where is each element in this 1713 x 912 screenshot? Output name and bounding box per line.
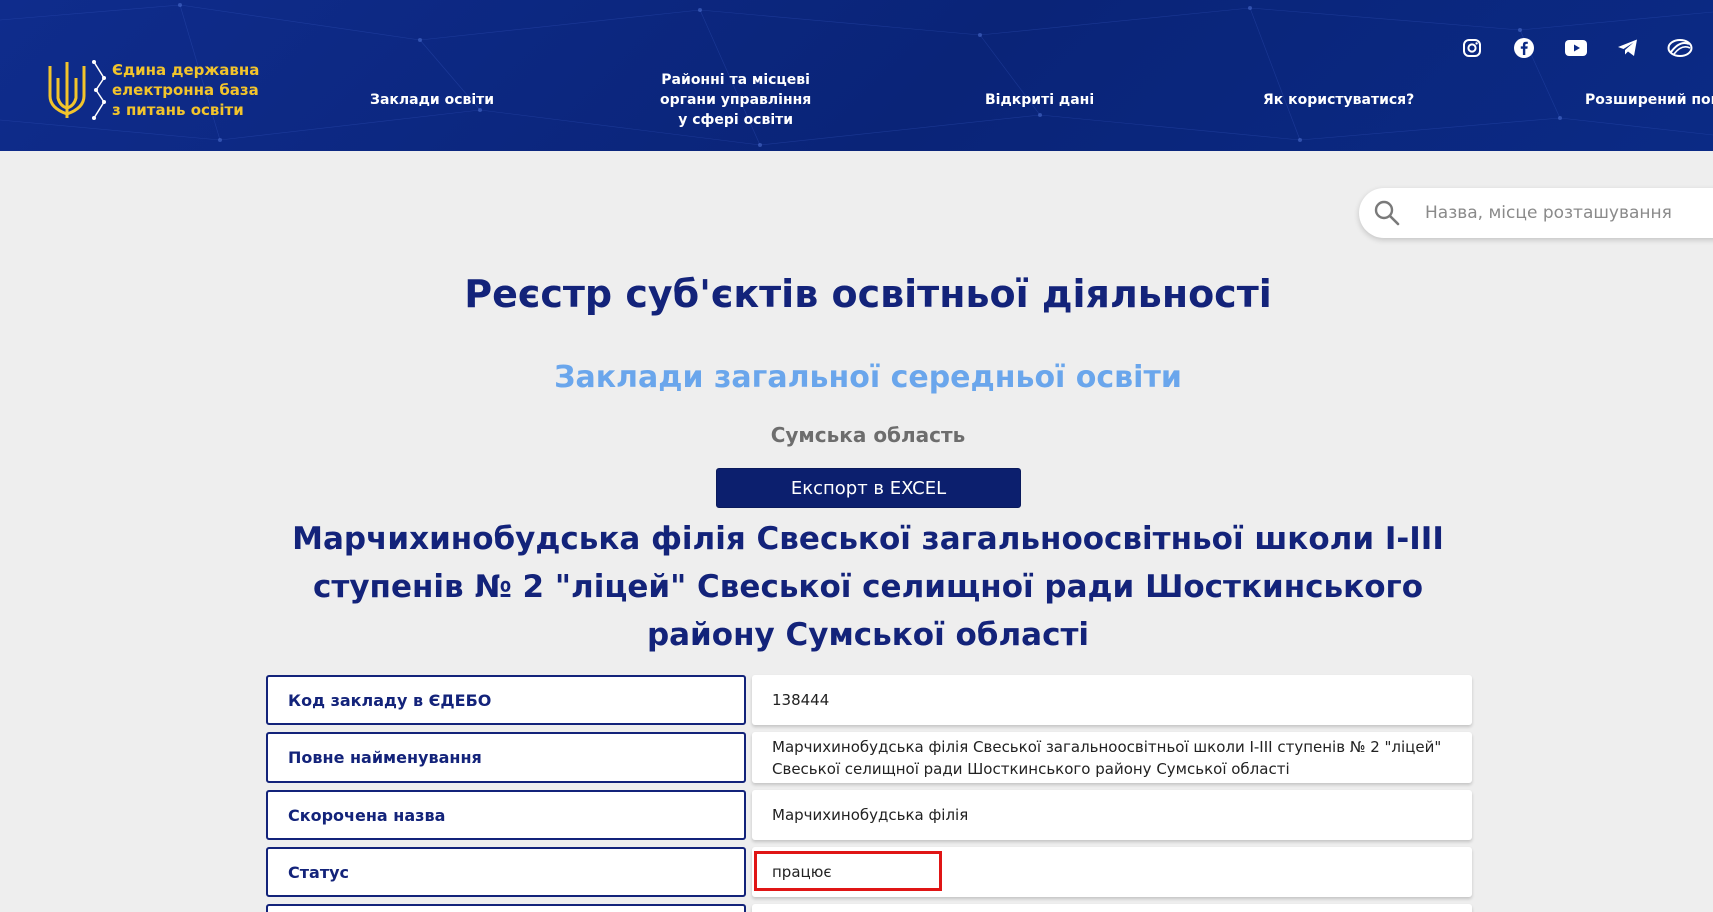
info-row-value: Марчихинобудська філія Свеської загально…	[752, 732, 1472, 783]
nav-item-governing-bodies[interactable]: Районні та місцеві органи управління у с…	[660, 70, 811, 130]
page-title: Реєстр суб'єктів освітньої діяльності	[464, 272, 1272, 316]
logo-text: Єдина державна електронна база з питань …	[112, 60, 259, 120]
search-bar	[1359, 188, 1713, 238]
social-links	[1458, 36, 1694, 60]
facebook-icon[interactable]	[1510, 36, 1538, 60]
youtube-icon[interactable]	[1562, 36, 1590, 60]
logo-bracket-icon	[92, 60, 106, 120]
section-subtitle: Заклади загальної середньої освіти	[554, 360, 1182, 395]
info-row-edebo-code: Код закладу в ЄДЕБО 138444	[266, 675, 1472, 725]
info-row-value: Марчихинобудська філія	[752, 790, 1472, 840]
search-icon[interactable]	[1373, 199, 1401, 227]
nav-item-governing-bodies-line-2: органи управління	[660, 92, 812, 108]
search-input[interactable]	[1425, 203, 1713, 223]
school-title: Марчихинобудська філія Свеської загально…	[292, 521, 1444, 653]
nav-item-schools[interactable]: Заклади освіти	[370, 90, 494, 110]
nav-item-governing-bodies-line-1: Районні та місцеві	[661, 72, 810, 88]
logo-line-3: з питань освіти	[112, 101, 244, 119]
nav-item-governing-bodies-line-3: у сфері освіти	[678, 112, 794, 128]
nav-item-advanced-search[interactable]: Розширений пош	[1585, 90, 1713, 110]
info-row-label: Скорочена назва	[266, 790, 746, 840]
instagram-icon[interactable]	[1458, 36, 1486, 60]
website-icon[interactable]	[1666, 36, 1694, 60]
status-value: працює	[772, 863, 832, 881]
info-row-label: Статус	[266, 847, 746, 897]
info-row-label	[266, 904, 746, 912]
export-excel-button[interactable]: Експорт в EXCEL	[716, 468, 1021, 508]
info-row-value: працює	[752, 847, 1472, 897]
logo-line-1: Єдина державна	[112, 61, 260, 79]
info-row-value	[752, 904, 1472, 912]
trident-icon	[48, 62, 86, 118]
logo-line-2: електронна база	[112, 81, 259, 99]
site-logo[interactable]: Єдина державна електронна база з питань …	[46, 58, 259, 122]
info-row-label: Код закладу в ЄДЕБО	[266, 675, 746, 725]
telegram-icon[interactable]	[1614, 36, 1642, 60]
info-row-full-name: Повне найменування Марчихинобудська філі…	[266, 732, 1472, 783]
info-row-status: Статус працює	[266, 847, 1472, 897]
info-row-value: 138444	[752, 675, 1472, 725]
nav-item-open-data[interactable]: Відкриті дані	[985, 90, 1094, 110]
site-header: Єдина державна електронна база з питань …	[0, 0, 1713, 151]
info-row-next-partial	[266, 904, 1472, 912]
info-row-label: Повне найменування	[266, 732, 746, 783]
info-row-short-name: Скорочена назва Марчихинобудська філія	[266, 790, 1472, 840]
region-label: Сумська область	[770, 423, 966, 447]
nav-item-how-to-use[interactable]: Як користуватися?	[1263, 90, 1414, 110]
